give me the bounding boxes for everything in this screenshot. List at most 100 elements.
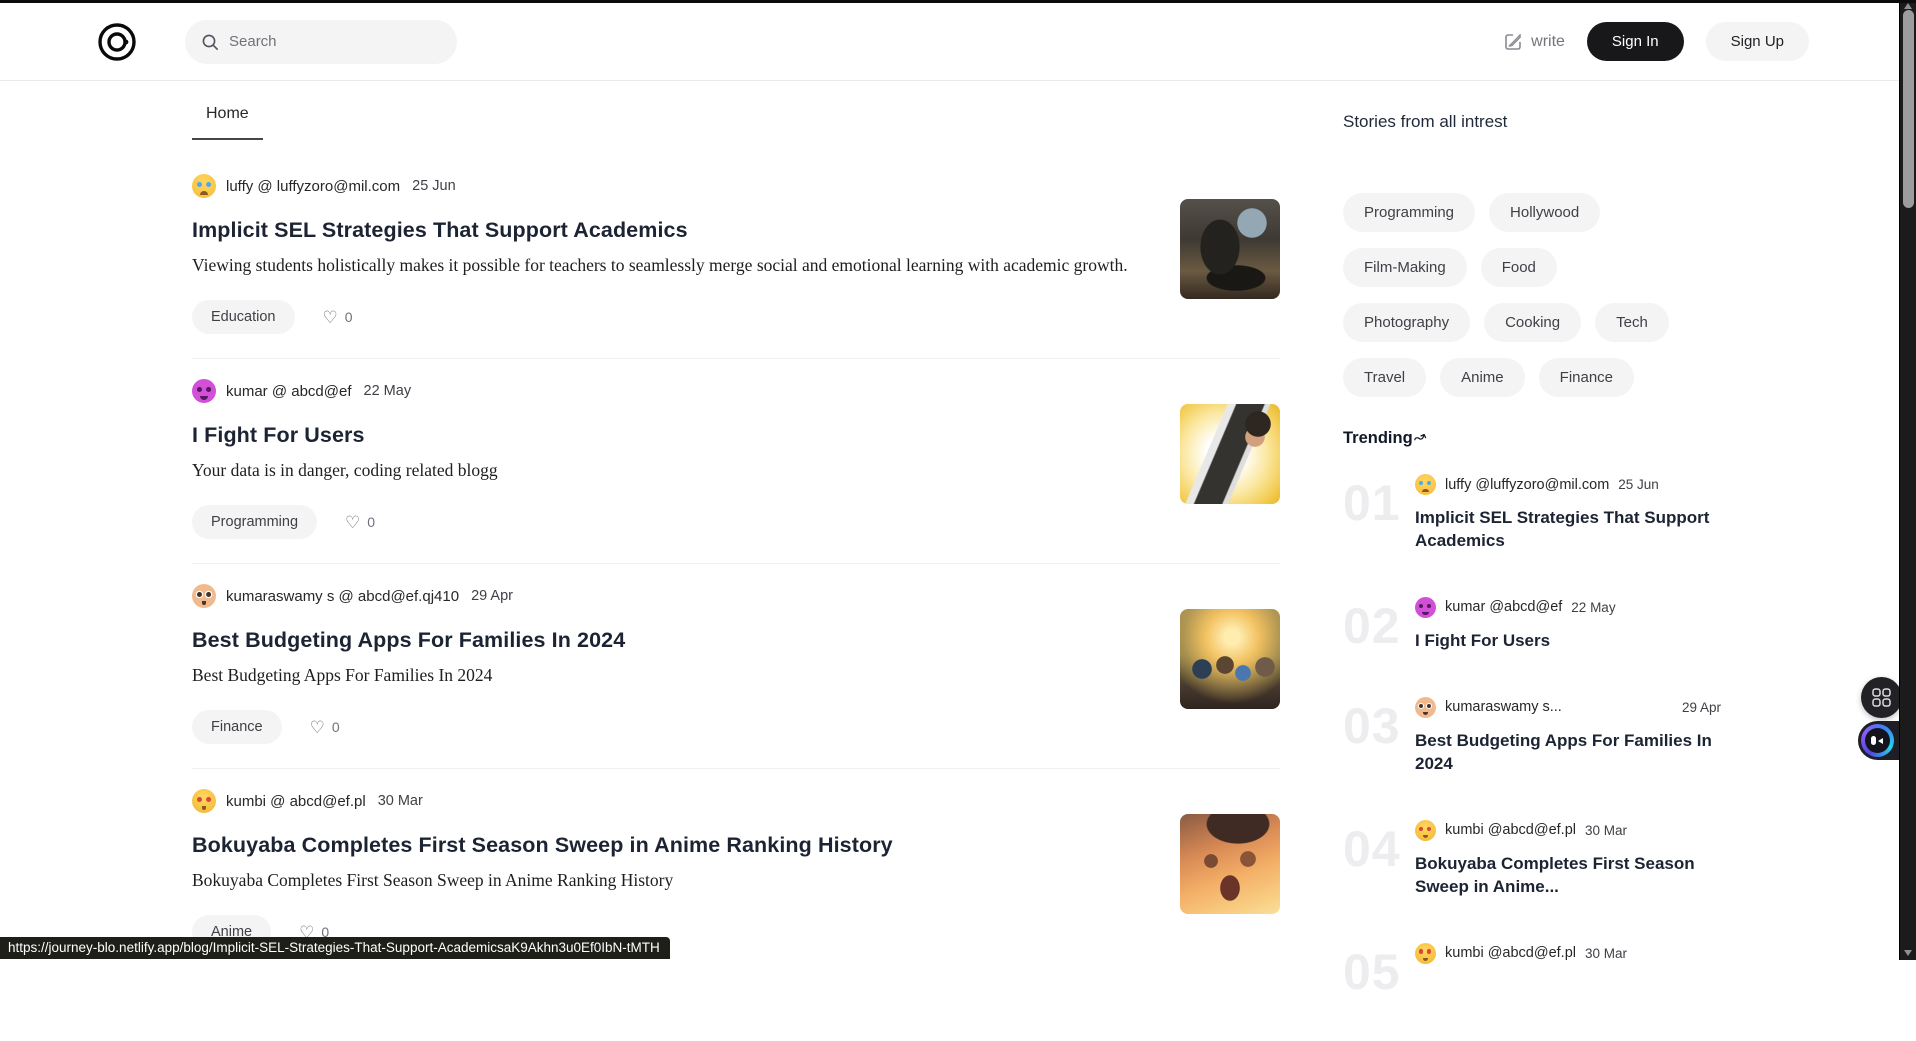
interest-tag[interactable]: Food xyxy=(1481,248,1557,287)
post-tag[interactable]: Finance xyxy=(192,710,282,744)
author-name: kumar @ abcd@ef xyxy=(226,383,352,400)
author-name: luffy @luffyzoro@mil.com xyxy=(1445,477,1609,493)
author-name: kumbi @ abcd@ef.pl xyxy=(226,793,366,810)
like-count: 0 xyxy=(332,719,340,735)
scrollbar-thumb[interactable] xyxy=(1903,10,1914,208)
window-top-edge xyxy=(0,0,1916,3)
author-avatar xyxy=(1415,697,1436,718)
trending-item[interactable]: 01 luffy @luffyzoro@mil.com 25 Jun Impli… xyxy=(1343,474,1773,553)
header-actions: write Sign In Sign Up xyxy=(1504,22,1809,61)
interest-tag[interactable]: Hollywood xyxy=(1489,193,1600,232)
post-author-row[interactable]: kumaraswamy s @ abcd@ef.qj410 29 Apr xyxy=(192,584,1148,608)
post-title-link[interactable]: Bokuyaba Completes First Season Sweep in… xyxy=(192,833,1148,858)
site-logo-icon[interactable] xyxy=(95,20,139,64)
trending-title[interactable]: I Fight For Users xyxy=(1415,630,1721,653)
trending-rank: 04 xyxy=(1343,824,1415,899)
author-avatar xyxy=(1415,820,1436,841)
author-name: kumbi @abcd@ef.pl xyxy=(1445,945,1576,961)
trending-title[interactable]: Implicit SEL Strategies That Support Aca… xyxy=(1415,507,1721,553)
trending-item[interactable]: 04 kumbi @abcd@ef.pl 30 Mar Bokuyaba Com… xyxy=(1343,820,1773,899)
post-author-row[interactable]: kumbi @ abcd@ef.pl 30 Mar xyxy=(192,789,1148,813)
author-name: kumaraswamy s... xyxy=(1445,699,1562,715)
trending-item[interactable]: 02 kumar @abcd@ef 22 May I Fight For Use… xyxy=(1343,597,1773,653)
scroll-up-arrow[interactable] xyxy=(1904,3,1912,9)
trending-title[interactable]: Bokuyaba Completes First Season Sweep in… xyxy=(1415,853,1721,899)
search-input[interactable] xyxy=(229,33,441,50)
interest-tag[interactable]: Tech xyxy=(1595,303,1669,342)
search-icon xyxy=(201,33,219,51)
author-avatar xyxy=(192,789,216,813)
post-title-link[interactable]: I Fight For Users xyxy=(192,423,1148,448)
like-button[interactable]: ♡ 0 xyxy=(323,309,353,326)
heart-icon: ♡ xyxy=(345,514,360,531)
post-date: 29 Apr xyxy=(471,588,513,604)
interest-tag[interactable]: Programming xyxy=(1343,193,1475,232)
author-avatar xyxy=(192,379,216,403)
post-author-row[interactable]: kumar @ abcd@ef 22 May xyxy=(192,379,1148,403)
interest-tag[interactable]: Photography xyxy=(1343,303,1470,342)
author-name: kumar @abcd@ef xyxy=(1445,599,1562,615)
post-excerpt: Bokuyaba Completes First Season Sweep in… xyxy=(192,870,1148,891)
post-title-link[interactable]: Implicit SEL Strategies That Support Aca… xyxy=(192,218,1148,243)
post-tag[interactable]: Programming xyxy=(192,505,317,539)
trending-rank: 03 xyxy=(1343,701,1415,776)
like-count: 0 xyxy=(367,514,375,530)
trending-item[interactable]: 05 kumbi @abcd@ef.pl 30 Mar xyxy=(1343,943,1773,997)
post-thumbnail[interactable] xyxy=(1180,404,1280,504)
post-author-row[interactable]: luffy @ luffyzoro@mil.com 25 Jun xyxy=(192,174,1148,198)
interest-tag-list: Programming Hollywood Film-Making Food P… xyxy=(1343,193,1675,397)
post-excerpt: Viewing students holistically makes it p… xyxy=(192,255,1148,276)
post-tag[interactable]: Education xyxy=(192,300,295,334)
author-name: luffy @ luffyzoro@mil.com xyxy=(226,178,400,195)
trending-list: 01 luffy @luffyzoro@mil.com 25 Jun Impli… xyxy=(1343,474,1773,997)
apps-grid-button[interactable] xyxy=(1861,677,1902,718)
header: write Sign In Sign Up xyxy=(0,3,1899,81)
sidebar: Stories from all intrest Programming Hol… xyxy=(1343,81,1773,1041)
feed-column: Home luffy @ luffyzoro@mil.com 25 Jun Im… xyxy=(192,81,1280,973)
heart-icon: ♡ xyxy=(310,719,325,736)
post-title-link[interactable]: Best Budgeting Apps For Families In 2024 xyxy=(192,628,1148,653)
author-name: kumaraswamy s @ abcd@ef.qj410 xyxy=(226,588,459,605)
search-bar[interactable] xyxy=(185,20,457,64)
post-date: 30 Mar xyxy=(1585,823,1627,838)
heart-icon: ♡ xyxy=(323,309,338,326)
post-date: 22 May xyxy=(1571,600,1615,615)
scroll-down-arrow[interactable] xyxy=(1904,950,1912,956)
trending-rank: 05 xyxy=(1343,947,1415,997)
author-name: kumbi @abcd@ef.pl xyxy=(1445,822,1576,838)
interests-heading: Stories from all intrest xyxy=(1343,112,1773,132)
author-avatar xyxy=(192,174,216,198)
feed-tab-bar: Home xyxy=(192,105,1280,140)
interest-tag[interactable]: Finance xyxy=(1539,358,1634,397)
interest-tag[interactable]: Cooking xyxy=(1484,303,1581,342)
grid-icon xyxy=(1872,688,1891,707)
post-card: luffy @ luffyzoro@mil.com 25 Jun Implici… xyxy=(192,154,1280,359)
author-avatar xyxy=(1415,597,1436,618)
post-card: kumaraswamy s @ abcd@ef.qj410 29 Apr Bes… xyxy=(192,564,1280,769)
ai-assistant-icon xyxy=(1861,724,1894,757)
trending-item[interactable]: 03 kumaraswamy s... 29 Apr Best Budgetin… xyxy=(1343,697,1773,776)
post-date: 25 Jun xyxy=(412,178,456,194)
trending-rank: 01 xyxy=(1343,478,1415,553)
post-date: 22 May xyxy=(364,383,412,399)
trending-title[interactable]: Best Budgeting Apps For Families In 2024 xyxy=(1415,730,1721,776)
post-date: 25 Jun xyxy=(1618,477,1659,492)
interest-tag[interactable]: Anime xyxy=(1440,358,1525,397)
tab-home[interactable]: Home xyxy=(192,105,263,140)
write-button[interactable]: write xyxy=(1504,32,1565,51)
link-preview-status-bar: https://journey-blo.netlify.app/blog/Imp… xyxy=(0,937,670,959)
post-thumbnail[interactable] xyxy=(1180,609,1280,709)
post-thumbnail[interactable] xyxy=(1180,814,1280,914)
interest-tag[interactable]: Film-Making xyxy=(1343,248,1467,287)
interest-tag[interactable]: Travel xyxy=(1343,358,1426,397)
sign-in-button[interactable]: Sign In xyxy=(1587,22,1684,61)
like-button[interactable]: ♡ 0 xyxy=(310,719,340,736)
post-excerpt: Best Budgeting Apps For Families In 2024 xyxy=(192,665,1148,686)
post-thumbnail[interactable] xyxy=(1180,199,1280,299)
post-excerpt: Your data is in danger, coding related b… xyxy=(192,460,1148,481)
sign-up-button[interactable]: Sign Up xyxy=(1706,22,1809,61)
vertical-scrollbar[interactable] xyxy=(1899,0,1916,960)
author-avatar xyxy=(192,584,216,608)
like-button[interactable]: ♡ 0 xyxy=(345,514,375,531)
trending-rank: 02 xyxy=(1343,601,1415,653)
